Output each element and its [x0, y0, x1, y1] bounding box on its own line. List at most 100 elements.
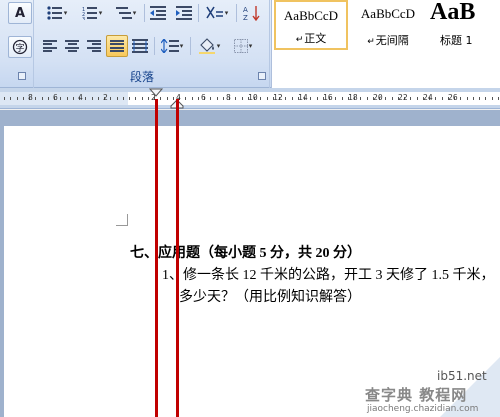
ruler-number: 8 [226, 93, 231, 102]
ruler-tick [317, 97, 318, 100]
align-right-icon [87, 40, 101, 52]
question-line-1: 1、修一条长 12 千米的公路，开工 3 天修了 1.5 千米， [162, 268, 495, 283]
svg-text:字: 字 [15, 42, 24, 54]
styles-gallery: AaBbCcD ↵正文 AaBbCcD ↵无间隔 AaB 标题 1 [271, 0, 500, 88]
enclose-character-button[interactable]: 字 [8, 36, 32, 58]
ruler-tick [135, 97, 136, 100]
word-window: A 字 ▾ 1 2 3 ▾ ▾ ▾ A Z ▾ ▾ ▾ 段落 AaBbCcD ↵… [0, 0, 500, 417]
margin-corner-mark [116, 214, 128, 226]
multilevel-list-icon [115, 7, 132, 19]
style-name-row: ↵无间隔 [352, 32, 424, 48]
ruler-number: 12 [273, 93, 283, 102]
chevron-down-icon: ▾ [98, 9, 103, 17]
watermark: ib51.net 查字典 教程网 jiaocheng.chazidian.com [355, 357, 500, 417]
svg-text:A: A [243, 6, 248, 14]
ruler-tick [410, 97, 411, 100]
ruler-tick [442, 97, 443, 100]
increase-indent-button[interactable] [172, 2, 196, 24]
ruler-number: 4 [78, 93, 83, 102]
sort-button[interactable]: A Z [240, 2, 264, 24]
ruler-number: 6 [201, 93, 206, 102]
style-heading-1[interactable]: AaB 标题 1 [428, 0, 500, 50]
line-spacing-button[interactable]: ▾ [157, 35, 187, 57]
chinese-layout-button[interactable]: ▾ [200, 2, 234, 24]
style-normal[interactable]: AaBbCcD ↵正文 [274, 0, 348, 50]
ruler-tick [210, 97, 211, 100]
text-a-icon: A [14, 5, 26, 21]
style-no-spacing[interactable]: AaBbCcD ↵无间隔 [352, 0, 424, 50]
justify-button[interactable] [106, 35, 128, 57]
border-grid-icon [233, 39, 248, 53]
chevron-down-icon: ▾ [179, 42, 184, 50]
ruler-tick [292, 97, 293, 100]
line-spacing-icon [160, 39, 179, 53]
style-name-row: ↵正文 [276, 30, 346, 46]
watermark-site: ib51.net [437, 369, 487, 383]
ruler-tick [129, 97, 130, 100]
ruler-tick [17, 97, 18, 100]
ruler-tick [435, 97, 436, 100]
bullet-list-icon [47, 6, 62, 20]
ruler-tick [217, 97, 218, 100]
horizontal-ruler[interactable]: 8 6 4 2 2 4 6 8 10 12 14 16 18 20 22 24 26 [0, 88, 500, 109]
align-center-icon [65, 40, 79, 52]
align-right-button[interactable] [84, 35, 104, 57]
ribbon: A 字 ▾ 1 2 3 ▾ ▾ ▾ A Z ▾ ▾ ▾ 段落 AaBbCcD ↵… [0, 0, 500, 88]
paragraph-dialog-launcher-icon[interactable] [258, 72, 266, 80]
paragraph-mark-icon: ↵ [295, 35, 304, 45]
ruler-tick [192, 97, 193, 100]
style-name-label: 无间隔 [375, 34, 409, 47]
ruler-tick [242, 97, 243, 100]
text-style-button[interactable]: A [8, 2, 32, 24]
multilevel-list-button[interactable]: ▾ [110, 2, 142, 24]
font-group-partial: A 字 [0, 0, 34, 88]
justify-icon [110, 40, 124, 52]
ruler-tick [35, 97, 36, 100]
style-name-label: 标题 1 [440, 34, 473, 47]
align-center-button[interactable] [62, 35, 82, 57]
chevron-down-icon: ▾ [224, 9, 229, 17]
ruler-tick [142, 97, 143, 100]
distributed-align-icon [132, 39, 148, 53]
ruler-number: 16 [323, 93, 333, 102]
ruler-tick [392, 97, 393, 100]
ruler-tick [235, 97, 236, 100]
ruler-tick [310, 97, 311, 100]
watermark-url: jiaocheng.chazidian.com [367, 404, 479, 414]
divider [236, 4, 237, 22]
increase-indent-icon [176, 6, 192, 20]
align-left-button[interactable] [40, 35, 60, 57]
decrease-indent-button[interactable] [146, 2, 170, 24]
ruler-tick [98, 97, 99, 100]
ruler-tick [492, 97, 493, 100]
ruler-tick [285, 97, 286, 100]
chevron-down-icon: ▾ [132, 9, 137, 17]
distributed-align-button[interactable] [130, 35, 150, 57]
divider [198, 4, 199, 22]
numbering-button[interactable]: 1 2 3 ▾ [76, 2, 108, 24]
ruler-tick [385, 97, 386, 100]
ruler-tick [342, 97, 343, 100]
font-dialog-launcher-icon[interactable] [18, 72, 26, 80]
ruler-tick [485, 97, 486, 100]
ruler-tick [460, 97, 461, 100]
paint-bucket-icon [198, 38, 215, 54]
paragraph-group-label: 段落 [130, 70, 155, 84]
first-line-indent-marker-icon[interactable] [149, 88, 163, 98]
svg-text:3: 3 [82, 17, 85, 20]
ruler-number: 26 [448, 93, 458, 102]
ruler-tick [198, 97, 199, 100]
ruler-tick [473, 97, 474, 100]
align-left-icon [43, 40, 57, 52]
shading-button[interactable]: ▾ [193, 35, 225, 57]
ruler-tick [167, 97, 168, 100]
ruler-tick [110, 97, 111, 100]
svg-text:Z: Z [243, 14, 248, 21]
ruler-tick [4, 97, 5, 100]
borders-button[interactable]: ▾ [227, 35, 259, 57]
bullets-button[interactable]: ▾ [40, 2, 74, 24]
style-sample-text: AaBbCcD [283, 8, 339, 23]
ruler-tick [67, 97, 68, 100]
style-sample-text: AaBbCcD [360, 6, 416, 21]
watermark-cn-text: 查字典 教程网 [365, 386, 468, 404]
